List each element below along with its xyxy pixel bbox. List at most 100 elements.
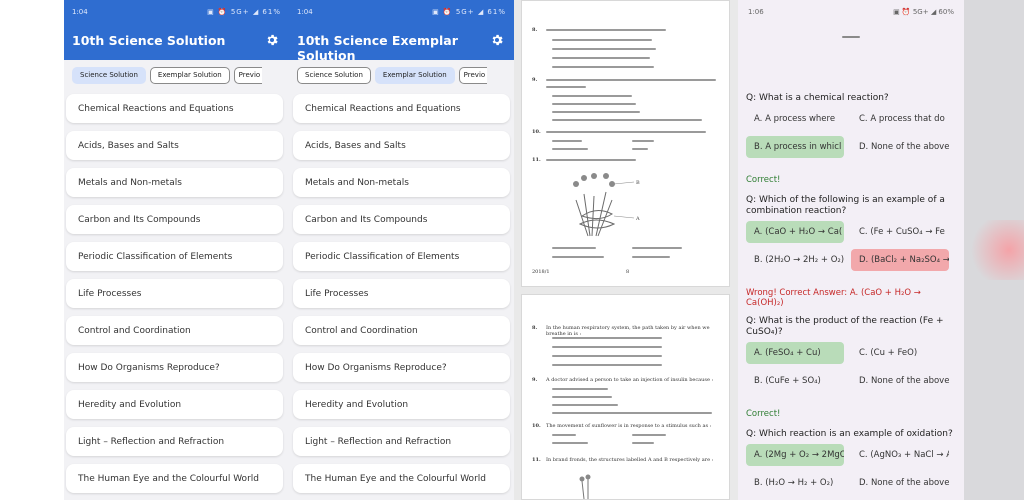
tab-exemplar-solution[interactable]: Exemplar Solution xyxy=(374,66,455,84)
question-number: 8. xyxy=(532,27,538,33)
chapter-item[interactable]: Metals and Non-metals xyxy=(66,168,283,197)
chapter-item[interactable]: Life Processes xyxy=(66,279,283,308)
chapter-item[interactable]: Heredity and Evolution xyxy=(293,390,510,419)
question-text: In brand fronds, the structures labelled… xyxy=(546,457,714,463)
answer-option[interactable]: B. (H₂O → H₂ + O₂) xyxy=(746,472,844,494)
chapter-item[interactable]: Acids, Bases and Salts xyxy=(66,131,283,160)
science-solution-screen: 1:04 ▣ ⏰ 5G+ ◢ 61% 10th Science Solution… xyxy=(64,0,289,500)
chapter-item[interactable]: Periodic Classification of Elements xyxy=(66,242,283,271)
answer-option[interactable]: B. (CuFe + SO₄) xyxy=(746,370,844,392)
text-line xyxy=(546,159,636,161)
text-line xyxy=(552,346,662,348)
chapter-item[interactable]: Carbon and Its Compounds xyxy=(66,205,283,234)
svg-text:A: A xyxy=(635,216,640,222)
text-line xyxy=(632,247,682,249)
status-icons: ▣ ⏰ 5G+ ◢ 60% xyxy=(893,8,954,16)
app-bar: 1:04 ▣ ⏰ 5G+ ◢ 61% 10th Science Exemplar… xyxy=(289,0,514,63)
sheet-drag-handle[interactable] xyxy=(842,36,860,38)
chapter-item[interactable]: Carbon and Its Compounds xyxy=(293,205,510,234)
status-time: 1:04 xyxy=(297,8,313,16)
answer-option-correct[interactable]: B. A process in whicl xyxy=(746,136,844,158)
chapter-item[interactable]: Control and Coordination xyxy=(66,316,283,345)
question-text: Q: Which of the following is an example … xyxy=(746,195,945,216)
chapter-item[interactable]: How Do Organisms Reproduce? xyxy=(293,353,510,382)
answer-option[interactable]: D. None of the above xyxy=(851,370,949,392)
answer-option[interactable]: D. None of the above xyxy=(851,136,949,158)
text-line xyxy=(552,396,612,398)
answer-option-correct[interactable]: A. (FeSO₄ + Cu) xyxy=(746,342,844,364)
text-line xyxy=(552,442,588,444)
question-text: Q: What is a chemical reaction? xyxy=(746,93,889,103)
tab-bar: Science Solution Exemplar Solution Previ… xyxy=(64,60,289,90)
tab-science-solution[interactable]: Science Solution xyxy=(297,66,371,84)
text-line xyxy=(552,111,640,113)
answer-option[interactable]: C. (Cu + FeO) xyxy=(851,342,949,364)
status-bar: 1:06 ▣ ⏰ 5G+ ◢ 60% xyxy=(738,0,964,24)
chapter-item[interactable]: Control and Coordination xyxy=(293,316,510,345)
text-line xyxy=(552,412,712,414)
chapter-item[interactable]: Metals and Non-metals xyxy=(293,168,510,197)
chapter-item[interactable]: Acids, Bases and Salts xyxy=(293,131,510,160)
chapter-item[interactable]: Chemical Reactions and Equations xyxy=(293,94,510,123)
answer-option-wrong[interactable]: D. (BaCl₂ + Na₂SO₄ → xyxy=(851,249,949,271)
status-icons: ▣ ⏰ 5G+ ◢ 61% xyxy=(432,8,506,16)
text-line xyxy=(552,388,608,390)
pdf-page: 8. 9. 10. 11. B A 2018/1 8 xyxy=(521,0,730,287)
chapter-item[interactable]: Heredity and Evolution xyxy=(66,390,283,419)
chapter-item[interactable]: Light – Reflection and Refraction xyxy=(66,427,283,456)
chapter-item[interactable]: Chemical Reactions and Equations xyxy=(66,94,283,123)
question-number: 10. xyxy=(532,423,541,429)
text-line xyxy=(546,29,666,31)
answer-option[interactable]: A. A process where xyxy=(746,108,844,130)
app-title: 10th Science Exemplar Solution xyxy=(297,33,458,63)
question-number: 11. xyxy=(532,157,541,163)
text-line xyxy=(546,86,586,88)
tab-science-solution[interactable]: Science Solution xyxy=(72,66,146,84)
tab-exemplar-solution[interactable]: Exemplar Solution xyxy=(149,66,230,84)
answer-option[interactable]: C. (Fe + CuSO₄ → Fe xyxy=(851,221,949,243)
text-line xyxy=(552,39,652,41)
text-line xyxy=(632,442,654,444)
text-line xyxy=(546,131,706,133)
text-line xyxy=(632,434,666,436)
tab-previous[interactable]: Previo xyxy=(458,66,487,84)
answer-option[interactable]: C. (AgNO₃ + NaCl → A xyxy=(851,444,949,466)
chapter-item[interactable]: The Human Eye and the Colourful World xyxy=(66,464,283,493)
question-number: 9. xyxy=(532,377,538,383)
text-line xyxy=(552,364,662,366)
pdf-viewer[interactable]: 8. 9. 10. 11. B A 2018/1 8 8. In the hum… xyxy=(514,0,738,500)
chapter-item[interactable]: How Do Organisms Reproduce? xyxy=(66,353,283,382)
answer-option[interactable]: C. A process that do xyxy=(851,108,949,130)
tab-bar: Science Solution Exemplar Solution Previ… xyxy=(289,60,514,90)
text-line xyxy=(632,256,670,258)
answer-option[interactable]: D. None of the above xyxy=(851,472,949,494)
chapter-item[interactable]: Life Processes xyxy=(293,279,510,308)
text-line xyxy=(552,103,636,105)
question-number: 8. xyxy=(532,325,538,331)
svg-text:B: B xyxy=(636,180,640,186)
chapter-list: Chemical Reactions and Equations Acids, … xyxy=(64,90,289,493)
page-footer: 2018/1 xyxy=(532,269,550,275)
exemplar-solution-screen: 1:04 ▣ ⏰ 5G+ ◢ 61% 10th Science Exemplar… xyxy=(289,0,514,500)
text-line xyxy=(552,148,588,150)
status-bar: 1:04 ▣ ⏰ 5G+ ◢ 61% xyxy=(64,0,289,24)
answer-option[interactable]: B. (2H₂O → 2H₂ + O₂) xyxy=(746,249,844,271)
answer-option-correct[interactable]: A. (2Mg + O₂ → 2MgO xyxy=(746,444,844,466)
chapter-item[interactable]: Periodic Classification of Elements xyxy=(293,242,510,271)
chapter-item[interactable]: Light – Reflection and Refraction xyxy=(293,427,510,456)
settings-gear-icon[interactable] xyxy=(490,33,504,47)
text-line xyxy=(546,79,716,81)
question-text: In the human respiratory system, the pat… xyxy=(546,325,710,337)
text-line xyxy=(552,140,582,142)
answer-feedback: Correct! xyxy=(746,175,781,185)
settings-gear-icon[interactable] xyxy=(265,33,279,47)
question-text: Q: What is the product of the reaction (… xyxy=(746,316,944,337)
status-time: 1:04 xyxy=(72,8,88,16)
app-bar: 1:04 ▣ ⏰ 5G+ ◢ 61% 10th Science Solution xyxy=(64,0,289,60)
tab-previous[interactable]: Previo xyxy=(233,66,262,84)
answer-feedback: Correct! xyxy=(746,409,781,419)
text-line xyxy=(552,57,650,59)
answer-option-correct[interactable]: A. (CaO + H₂O → Ca( xyxy=(746,221,844,243)
text-line xyxy=(552,256,604,258)
chapter-item[interactable]: The Human Eye and the Colourful World xyxy=(293,464,510,493)
